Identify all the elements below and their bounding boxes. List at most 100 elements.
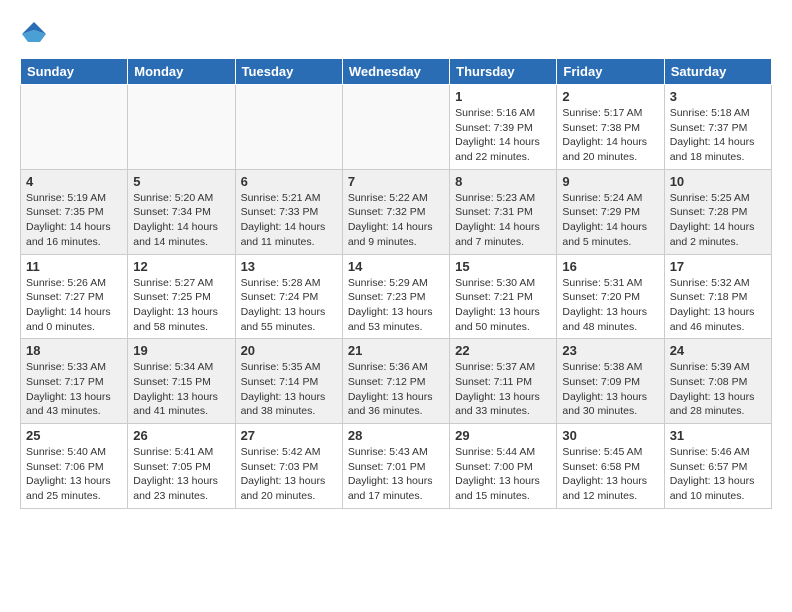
calendar-cell: 26 Sunrise: 5:41 AMSunset: 7:05 PMDayligh… [128,424,235,509]
day-info: Sunrise: 5:21 AMSunset: 7:33 PMDaylight:… [241,191,337,250]
day-info: Sunrise: 5:35 AMSunset: 7:14 PMDaylight:… [241,360,337,419]
calendar-week-row: 11 Sunrise: 5:26 AMSunset: 7:27 PMDayligh… [21,254,772,339]
day-info: Sunrise: 5:23 AMSunset: 7:31 PMDaylight:… [455,191,551,250]
day-number: 25 [26,428,122,443]
calendar-cell: 22 Sunrise: 5:37 AMSunset: 7:11 PMDayligh… [450,339,557,424]
day-header-sunday: Sunday [21,59,128,85]
day-info: Sunrise: 5:24 AMSunset: 7:29 PMDaylight:… [562,191,658,250]
day-header-monday: Monday [128,59,235,85]
calendar-week-row: 1Sunrise: 5:16 AMSunset: 7:39 PMDaylight… [21,85,772,170]
calendar-cell [235,85,342,170]
calendar-cell: 7 Sunrise: 5:22 AMSunset: 7:32 PMDaylight… [342,169,449,254]
day-info: Sunrise: 5:27 AMSunset: 7:25 PMDaylight:… [133,276,229,335]
day-number: 30 [562,428,658,443]
day-number: 21 [348,343,444,358]
page-header [20,20,772,48]
calendar-cell [21,85,128,170]
day-number: 8 [455,174,551,189]
calendar-cell: 10 Sunrise: 5:25 AMSunset: 7:28 PMDayligh… [664,169,771,254]
day-number: 26 [133,428,229,443]
day-info: Sunrise: 5:41 AMSunset: 7:05 PMDaylight:… [133,445,229,504]
day-info: Sunrise: 5:28 AMSunset: 7:24 PMDaylight:… [241,276,337,335]
calendar-cell: 15 Sunrise: 5:30 AMSunset: 7:21 PMDayligh… [450,254,557,339]
calendar-cell: 19 Sunrise: 5:34 AMSunset: 7:15 PMDayligh… [128,339,235,424]
day-number: 15 [455,259,551,274]
day-info: Sunrise: 5:36 AMSunset: 7:12 PMDaylight:… [348,360,444,419]
calendar-cell: 5 Sunrise: 5:20 AMSunset: 7:34 PMDaylight… [128,169,235,254]
day-number: 28 [348,428,444,443]
day-info: Sunrise: 5:46 AMSunset: 6:57 PMDaylight:… [670,445,766,504]
day-info: Sunrise: 5:34 AMSunset: 7:15 PMDaylight:… [133,360,229,419]
calendar-cell: 13 Sunrise: 5:28 AMSunset: 7:24 PMDayligh… [235,254,342,339]
day-number: 20 [241,343,337,358]
day-header-wednesday: Wednesday [342,59,449,85]
day-info: Sunrise: 5:31 AMSunset: 7:20 PMDaylight:… [562,276,658,335]
day-info: Sunrise: 5:26 AMSunset: 7:27 PMDaylight:… [26,276,122,335]
day-info: Sunrise: 5:43 AMSunset: 7:01 PMDaylight:… [348,445,444,504]
day-number: 13 [241,259,337,274]
day-info: Sunrise: 5:29 AMSunset: 7:23 PMDaylight:… [348,276,444,335]
day-info: Sunrise: 5:25 AMSunset: 7:28 PMDaylight:… [670,191,766,250]
calendar-cell: 23Sunrise: 5:38 AMSunset: 7:09 PMDayligh… [557,339,664,424]
day-number: 4 [26,174,122,189]
calendar-cell: 21 Sunrise: 5:36 AMSunset: 7:12 PMDayligh… [342,339,449,424]
day-header-saturday: Saturday [664,59,771,85]
calendar-cell: 2 Sunrise: 5:17 AMSunset: 7:38 PMDaylight… [557,85,664,170]
day-header-thursday: Thursday [450,59,557,85]
day-info: Sunrise: 5:45 AMSunset: 6:58 PMDaylight:… [562,445,658,504]
day-number: 22 [455,343,551,358]
calendar-cell [128,85,235,170]
calendar-cell: 1Sunrise: 5:16 AMSunset: 7:39 PMDaylight… [450,85,557,170]
day-number: 14 [348,259,444,274]
calendar-cell: 9Sunrise: 5:24 AMSunset: 7:29 PMDaylight… [557,169,664,254]
day-info: Sunrise: 5:44 AMSunset: 7:00 PMDaylight:… [455,445,551,504]
calendar: SundayMondayTuesdayWednesdayThursdayFrid… [20,58,772,509]
calendar-cell: 12Sunrise: 5:27 AMSunset: 7:25 PMDayligh… [128,254,235,339]
day-header-friday: Friday [557,59,664,85]
calendar-cell: 18Sunrise: 5:33 AMSunset: 7:17 PMDayligh… [21,339,128,424]
day-info: Sunrise: 5:20 AMSunset: 7:34 PMDaylight:… [133,191,229,250]
day-info: Sunrise: 5:33 AMSunset: 7:17 PMDaylight:… [26,360,122,419]
day-number: 31 [670,428,766,443]
day-info: Sunrise: 5:39 AMSunset: 7:08 PMDaylight:… [670,360,766,419]
calendar-cell: 29 Sunrise: 5:44 AMSunset: 7:00 PMDayligh… [450,424,557,509]
calendar-cell: 11 Sunrise: 5:26 AMSunset: 7:27 PMDayligh… [21,254,128,339]
day-info: Sunrise: 5:17 AMSunset: 7:38 PMDaylight:… [562,106,658,165]
logo [20,20,52,48]
day-info: Sunrise: 5:42 AMSunset: 7:03 PMDaylight:… [241,445,337,504]
day-info: Sunrise: 5:40 AMSunset: 7:06 PMDaylight:… [26,445,122,504]
day-number: 29 [455,428,551,443]
calendar-week-row: 4 Sunrise: 5:19 AMSunset: 7:35 PMDaylight… [21,169,772,254]
day-number: 19 [133,343,229,358]
day-number: 6 [241,174,337,189]
calendar-cell: 28 Sunrise: 5:43 AMSunset: 7:01 PMDayligh… [342,424,449,509]
calendar-cell: 17Sunrise: 5:32 AMSunset: 7:18 PMDayligh… [664,254,771,339]
day-number: 7 [348,174,444,189]
day-header-tuesday: Tuesday [235,59,342,85]
day-info: Sunrise: 5:37 AMSunset: 7:11 PMDaylight:… [455,360,551,419]
calendar-cell: 14 Sunrise: 5:29 AMSunset: 7:23 PMDayligh… [342,254,449,339]
day-info: Sunrise: 5:22 AMSunset: 7:32 PMDaylight:… [348,191,444,250]
day-number: 23 [562,343,658,358]
calendar-cell: 31 Sunrise: 5:46 AMSunset: 6:57 PMDayligh… [664,424,771,509]
logo-icon [20,20,48,48]
calendar-cell: 8 Sunrise: 5:23 AMSunset: 7:31 PMDaylight… [450,169,557,254]
calendar-cell: 6 Sunrise: 5:21 AMSunset: 7:33 PMDaylight… [235,169,342,254]
day-number: 11 [26,259,122,274]
calendar-cell: 20 Sunrise: 5:35 AMSunset: 7:14 PMDayligh… [235,339,342,424]
calendar-cell: 4 Sunrise: 5:19 AMSunset: 7:35 PMDaylight… [21,169,128,254]
calendar-week-row: 25 Sunrise: 5:40 AMSunset: 7:06 PMDayligh… [21,424,772,509]
day-number: 2 [562,89,658,104]
calendar-cell: 3 Sunrise: 5:18 AMSunset: 7:37 PMDaylight… [664,85,771,170]
day-number: 3 [670,89,766,104]
day-info: Sunrise: 5:19 AMSunset: 7:35 PMDaylight:… [26,191,122,250]
day-number: 27 [241,428,337,443]
day-number: 5 [133,174,229,189]
day-info: Sunrise: 5:30 AMSunset: 7:21 PMDaylight:… [455,276,551,335]
day-info: Sunrise: 5:32 AMSunset: 7:18 PMDaylight:… [670,276,766,335]
calendar-cell: 30 Sunrise: 5:45 AMSunset: 6:58 PMDayligh… [557,424,664,509]
calendar-cell: 24Sunrise: 5:39 AMSunset: 7:08 PMDayligh… [664,339,771,424]
calendar-cell: 25 Sunrise: 5:40 AMSunset: 7:06 PMDayligh… [21,424,128,509]
day-info: Sunrise: 5:18 AMSunset: 7:37 PMDaylight:… [670,106,766,165]
day-number: 10 [670,174,766,189]
